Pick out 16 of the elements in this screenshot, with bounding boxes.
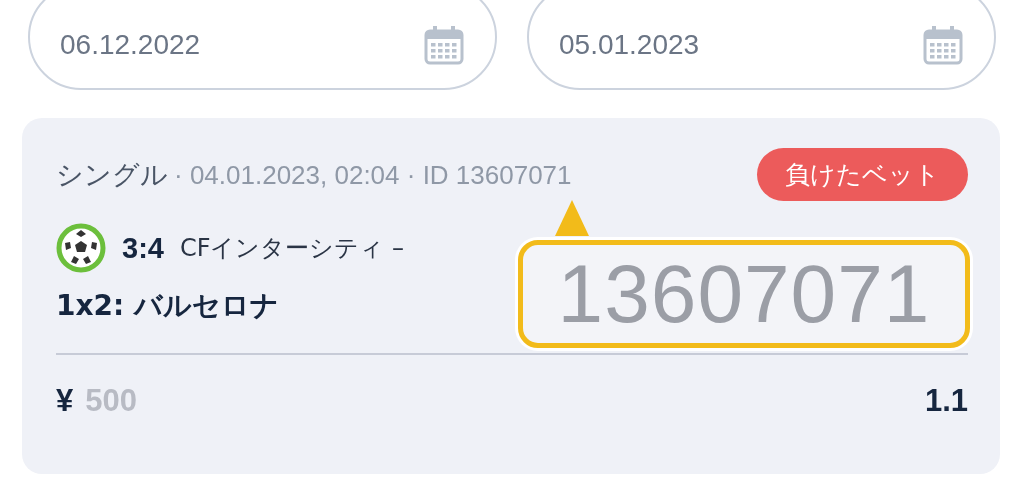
calendar-icon[interactable]: [922, 24, 964, 66]
odds: 1.1: [924, 383, 968, 419]
date-field[interactable]: 05.01.2023: [527, 0, 996, 90]
status-badge: 負けたベット: [757, 148, 968, 201]
calendar-icon[interactable]: [423, 24, 465, 66]
match-name: CFインターシティ –: [179, 233, 405, 264]
date-value: 06.12.2022: [60, 29, 201, 61]
date-field[interactable]: 06.12.2022: [28, 0, 497, 90]
soccer-ball-icon: [56, 223, 106, 273]
bet-market: 1x2: バルセロナ: [56, 288, 279, 324]
bet-meta: · 04.01.2023, 02:04 · ID 13607071: [174, 159, 572, 191]
score: 3:4: [122, 231, 164, 265]
bet-type: シングル: [56, 157, 168, 192]
date-value: 05.01.2023: [559, 29, 700, 61]
currency: ¥: [56, 383, 74, 419]
callout-id: 13607071: [557, 247, 931, 341]
